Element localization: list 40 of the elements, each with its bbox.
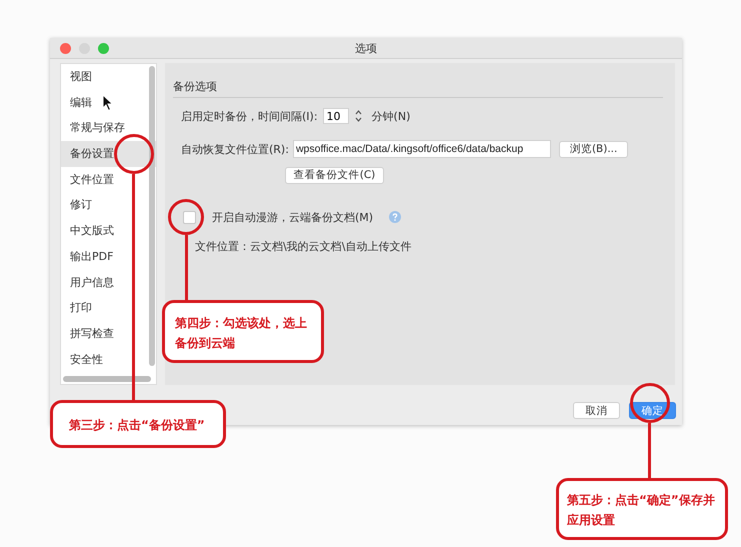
close-icon[interactable]	[60, 42, 71, 54]
zoom-icon[interactable]	[98, 42, 109, 54]
interval-field[interactable]: 10	[322, 108, 349, 124]
sidebar-item[interactable]: 视图	[61, 64, 156, 90]
section-title: 备份选项	[173, 79, 663, 98]
highlight-circle	[168, 199, 204, 235]
stepper-icon[interactable]	[354, 108, 363, 124]
highlight-circle	[114, 134, 154, 174]
leader-line	[185, 235, 188, 300]
sidebar-item[interactable]: 编辑	[61, 90, 156, 116]
sidebar-item[interactable]: 文件位置	[61, 166, 156, 192]
sidebar-item[interactable]: 备份设置	[61, 141, 156, 167]
cancel-button[interactable]: 取消	[573, 402, 620, 419]
browse-button[interactable]: 浏览(B)...	[558, 140, 628, 158]
sidebar-item[interactable]: 安全性	[61, 346, 156, 372]
scrollbar[interactable]	[63, 376, 151, 382]
window-title: 选项	[355, 40, 377, 56]
view-backup-button[interactable]: 查看备份文件(C)	[285, 166, 384, 184]
field-label: 启用定时备份，时间间隔(I):	[181, 108, 318, 124]
sidebar-item[interactable]: 打印	[61, 295, 156, 321]
checkbox-label: 开启自动漫游，云端备份文档(M)	[212, 210, 374, 224]
leader-line	[648, 423, 651, 478]
callout: 第三步：点击“备份设置”	[50, 400, 226, 448]
sidebar-item[interactable]: 修订	[61, 192, 156, 218]
location-text: 文件位置：云文档\我的云文档\自动上传文件	[195, 238, 412, 254]
scrollbar[interactable]	[149, 66, 155, 366]
path-field[interactable]: wpsoffice.mac/Data/.kingsoft/office6/data/backup	[292, 140, 551, 158]
callout: 第四步：勾选该处，选上备份到云端	[162, 300, 324, 363]
callout: 第五步：点击“确定”保存并应用设置	[556, 478, 728, 540]
pointer-icon	[102, 94, 114, 112]
highlight-circle	[630, 383, 670, 423]
sidebar-item[interactable]: 输出PDF	[61, 244, 156, 270]
sidebar-item[interactable]: 中文版式	[61, 218, 156, 244]
sidebar-item[interactable]: 常规与保存	[61, 115, 156, 142]
sidebar-item[interactable]: 用户信息	[61, 270, 156, 296]
sidebar-item[interactable]: 拼写检查	[61, 320, 156, 347]
help-icon[interactable]	[389, 211, 402, 223]
checkbox[interactable]	[183, 210, 196, 224]
unit-label: 分钟(N)	[372, 108, 410, 124]
field-label: 自动恢复文件位置(R):	[181, 142, 289, 156]
